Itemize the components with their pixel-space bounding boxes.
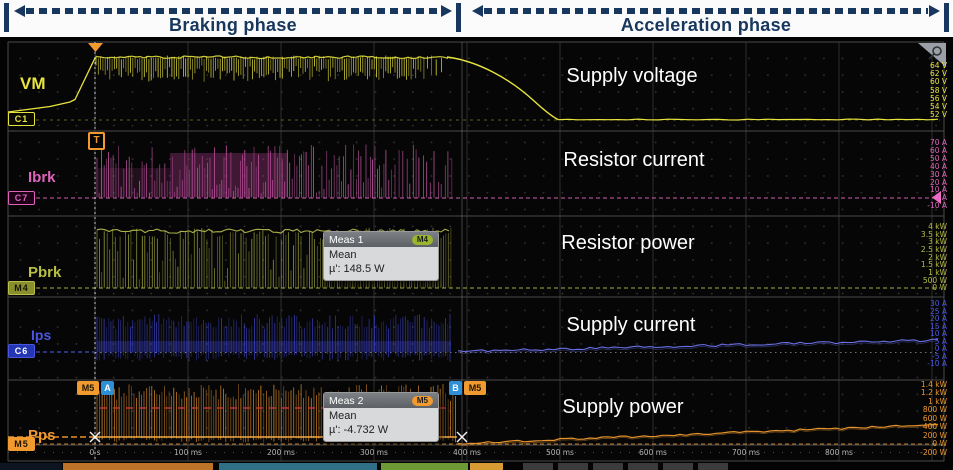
channel-badge-c7[interactable]: C7	[8, 191, 35, 205]
channel-badge-c1[interactable]: C1	[8, 112, 35, 126]
meas2-value: µ': -4.732 W	[329, 423, 433, 437]
meas1-box[interactable]: Meas 1 M4 Mean µ': 148.5 W	[323, 231, 439, 281]
cursor-a-badge[interactable]: A	[101, 381, 114, 395]
meas1-body: Mean µ': 148.5 W	[324, 247, 438, 280]
time-tick-label: 0 s	[89, 448, 100, 457]
dashed-arrow-line	[26, 8, 440, 14]
time-tick-label: 100 ms	[174, 448, 202, 457]
cursor-b-badge[interactable]: B	[449, 381, 462, 395]
bottom-menu-button[interactable]	[63, 463, 213, 470]
acceleration-phase-label: Acceleration phase	[472, 15, 940, 36]
bottom-menu-button[interactable]	[381, 463, 468, 470]
bottom-menu-button[interactable]	[470, 463, 503, 470]
scale-label-ibrk: -10 A	[927, 202, 947, 210]
meas1-title: Meas 1	[329, 234, 363, 246]
annotation-supply-current: Supply current	[567, 314, 696, 337]
bottom-menu-button[interactable]	[628, 463, 658, 470]
bottom-menu-button[interactable]	[0, 463, 62, 470]
annotation-resistor-current: Resistor current	[563, 149, 704, 172]
meas2-title: Meas 2	[329, 395, 363, 407]
time-tick-label: 400 ms	[453, 448, 481, 457]
time-tick-label: 300 ms	[360, 448, 388, 457]
meas2-box[interactable]: Meas 2 M5 Mean µ': -4.732 W	[323, 392, 439, 442]
dashed-arrow-line	[484, 8, 928, 14]
oscilloscope-screenshot: Braking phase Acceleration phase T C1 C7…	[0, 0, 953, 470]
banner-divider-middle	[456, 3, 461, 32]
annotation-supply-power: Supply power	[562, 396, 683, 419]
m5-badge-right[interactable]: M5	[464, 381, 486, 395]
time-tick-label: 700 ms	[732, 448, 760, 457]
trace-label-pbrk: Pbrk	[28, 264, 61, 281]
scale-label-pbrk: 0 W	[932, 284, 947, 292]
bottom-menu-button[interactable]	[593, 463, 623, 470]
meas1-stat: Mean	[329, 248, 433, 262]
scale-label-vm: 52 V	[930, 111, 947, 119]
annotation-supply-voltage: Supply voltage	[566, 65, 697, 88]
bottom-menu-button[interactable]	[219, 463, 377, 470]
braking-phase-section: Braking phase	[14, 0, 452, 37]
bottom-menu-button[interactable]	[558, 463, 588, 470]
trace-label-vm: VM	[20, 74, 46, 94]
braking-phase-label: Braking phase	[14, 15, 452, 36]
scale-label-pps: 0 W	[932, 440, 947, 448]
meas2-stat: Mean	[329, 409, 433, 423]
bottom-menu-button[interactable]	[698, 463, 728, 470]
trigger-badge[interactable]: T	[88, 132, 105, 150]
channel-badge-m4[interactable]: M4	[8, 281, 35, 295]
time-tick-label: 800 ms	[825, 448, 853, 457]
meas1-value: µ': 148.5 W	[329, 262, 433, 276]
meas2-body: Mean µ': -4.732 W	[324, 408, 438, 441]
time-tick-label: 200 ms	[267, 448, 295, 457]
graticule	[8, 42, 944, 461]
scale-label-ips: -10 A	[927, 360, 947, 368]
time-tick-label: 500 ms	[546, 448, 574, 457]
bottom-menu-button[interactable]	[663, 463, 693, 470]
meas1-source-badge: M4	[412, 235, 433, 245]
banner-divider-right	[944, 3, 949, 32]
m5-badge-left[interactable]: M5	[77, 381, 99, 395]
scale-label-pps: -200 W	[920, 449, 947, 457]
meas1-header[interactable]: Meas 1 M4	[324, 232, 438, 247]
meas2-source-badge: M5	[412, 396, 433, 406]
phase-banner: Braking phase Acceleration phase	[0, 0, 953, 37]
trace-label-pps: Pps	[28, 427, 56, 444]
trace-label-ips: Ips	[31, 327, 51, 343]
bottom-menu-button[interactable]	[523, 463, 553, 470]
time-tick-label: 600 ms	[639, 448, 667, 457]
trace-label-ibrk: Ibrk	[28, 169, 56, 186]
annotation-resistor-power: Resistor power	[561, 232, 694, 255]
channel-badge-c6[interactable]: C6	[8, 344, 35, 358]
meas2-header[interactable]: Meas 2 M5	[324, 393, 438, 408]
banner-divider-left	[4, 3, 9, 32]
acceleration-phase-section: Acceleration phase	[472, 0, 940, 37]
